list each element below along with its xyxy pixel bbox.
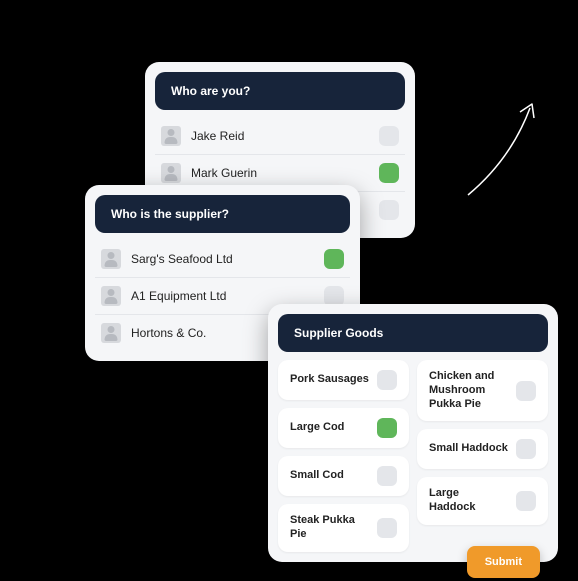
checkbox[interactable]: [377, 370, 397, 390]
checkbox[interactable]: [324, 249, 344, 269]
avatar-icon: [101, 286, 121, 306]
list-item[interactable]: Jake Reid: [155, 118, 405, 154]
checkbox[interactable]: [377, 466, 397, 486]
checkbox[interactable]: [516, 491, 536, 511]
card-title: Who is the supplier?: [95, 195, 350, 233]
goods-label: Steak Pukka Pie: [290, 514, 369, 542]
card-title: Supplier Goods: [278, 314, 548, 352]
goods-item[interactable]: Pork Sausages: [278, 360, 409, 400]
supplier-name: Sarg's Seafood Ltd: [131, 252, 324, 266]
goods-item[interactable]: Chicken and Mushroom Pukka Pie: [417, 360, 548, 421]
arrow-icon: [458, 90, 548, 200]
goods-item[interactable]: Small Cod: [278, 456, 409, 496]
goods-label: Large Haddock: [429, 487, 508, 515]
person-name: Jake Reid: [191, 129, 379, 143]
avatar-icon: [101, 323, 121, 343]
goods-label: Chicken and Mushroom Pukka Pie: [429, 370, 508, 411]
goods-item[interactable]: Small Haddock: [417, 429, 548, 469]
checkbox[interactable]: [516, 439, 536, 459]
goods-item[interactable]: Large Haddock: [417, 477, 548, 525]
person-name: Mark Guerin: [191, 166, 379, 180]
card-title: Who are you?: [155, 72, 405, 110]
submit-button[interactable]: Submit: [467, 546, 540, 578]
avatar-icon: [161, 163, 181, 183]
checkbox[interactable]: [379, 200, 399, 220]
goods-label: Small Haddock: [429, 442, 508, 456]
checkbox[interactable]: [377, 418, 397, 438]
goods-item[interactable]: Large Cod: [278, 408, 409, 448]
checkbox[interactable]: [379, 126, 399, 146]
checkbox[interactable]: [516, 381, 536, 401]
avatar-icon: [101, 249, 121, 269]
goods-label: Large Cod: [290, 421, 344, 435]
supplier-name: A1 Equipment Ltd: [131, 289, 324, 303]
checkbox[interactable]: [379, 163, 399, 183]
card-supplier-goods: Supplier Goods Pork Sausages Large Cod S…: [268, 304, 558, 562]
list-item[interactable]: Sarg's Seafood Ltd: [95, 241, 350, 277]
checkbox[interactable]: [377, 518, 397, 538]
avatar-icon: [161, 126, 181, 146]
goods-item[interactable]: Steak Pukka Pie: [278, 504, 409, 552]
goods-label: Pork Sausages: [290, 373, 369, 387]
checkbox[interactable]: [324, 286, 344, 306]
goods-label: Small Cod: [290, 469, 344, 483]
